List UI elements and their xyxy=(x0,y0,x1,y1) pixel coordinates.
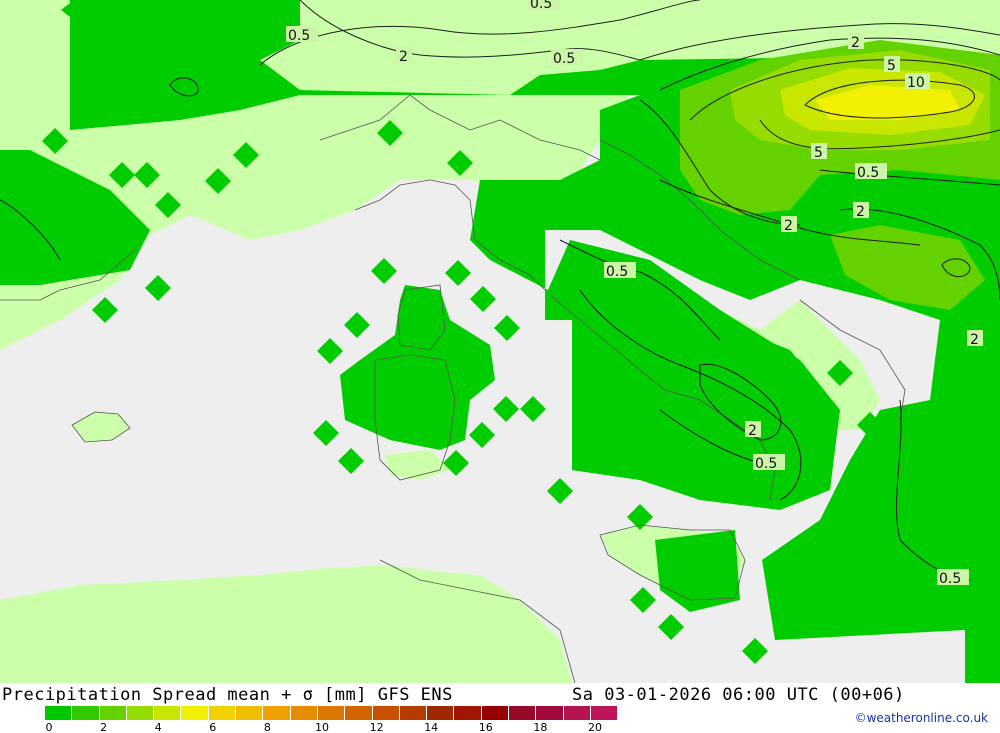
map-page: 0.5 0.5 2 0.5 2 5 10 5 0.5 2 2 0.5 2 2 0… xyxy=(0,0,1000,733)
svg-text:0.5: 0.5 xyxy=(553,51,575,67)
legend-tick-label: 8 xyxy=(263,721,271,733)
legend-swatch xyxy=(454,706,482,720)
legend-ticks: 0 2 4 6 8 10 12 14 16 18 20 xyxy=(45,721,645,733)
svg-text:0.5: 0.5 xyxy=(606,264,628,280)
legend-tick-label: 14 xyxy=(424,721,439,733)
legend-swatch xyxy=(509,706,537,720)
legend-tick-label: 20 xyxy=(588,721,602,733)
svg-text:2: 2 xyxy=(399,49,408,65)
contour-label-c8: 5 xyxy=(811,143,827,161)
contour-label-c5: 2 xyxy=(848,33,864,51)
svg-text:2: 2 xyxy=(856,204,865,220)
legend-tick-label: 4 xyxy=(154,721,162,733)
svg-text:2: 2 xyxy=(748,423,757,439)
svg-text:0.5: 0.5 xyxy=(939,571,961,587)
legend-tick-label: 16 xyxy=(478,721,493,733)
svg-text:0.5: 0.5 xyxy=(857,165,879,181)
svg-text:5: 5 xyxy=(887,58,896,74)
legend-tick-label: 18 xyxy=(533,721,548,733)
svg-text:0.5: 0.5 xyxy=(288,28,310,44)
legend-swatch xyxy=(590,706,619,720)
contour-label-c7: 10 xyxy=(905,73,930,91)
legend-swatch xyxy=(263,706,291,720)
legend-swatch xyxy=(99,706,127,720)
legend-swatch xyxy=(126,706,155,720)
legend-swatch xyxy=(427,706,455,720)
contour-label-c1: 0.5 xyxy=(528,0,560,12)
contour-label-c9: 0.5 xyxy=(855,163,887,181)
legend-swatch xyxy=(290,706,318,720)
svg-text:5: 5 xyxy=(814,145,823,161)
legend-swatch xyxy=(236,706,264,720)
contour-label-c6: 5 xyxy=(884,56,900,74)
contour-label-c3: 2 xyxy=(396,47,412,65)
map-title: Precipitation Spread mean + σ [mm] GFS E… xyxy=(2,685,453,705)
legend-swatch xyxy=(181,706,209,720)
contour-label-c2: 0.5 xyxy=(286,26,318,44)
legend-swatch xyxy=(399,706,428,720)
legend-swatch xyxy=(372,706,400,720)
legend-swatch xyxy=(536,706,564,720)
svg-text:2: 2 xyxy=(851,35,860,51)
legend-tick-label: 10 xyxy=(315,721,329,733)
contour-label-c12: 0.5 xyxy=(604,262,636,280)
contour-label-c14: 2 xyxy=(745,421,761,439)
legend-swatch xyxy=(563,706,591,720)
contour-label-c10: 2 xyxy=(853,202,869,220)
contour-label-c16: 0.5 xyxy=(937,569,969,587)
legend-tick-label: 6 xyxy=(209,721,217,733)
contour-label-c11: 2 xyxy=(781,216,797,234)
legend-swatch xyxy=(154,706,182,720)
precipitation-map: 0.5 0.5 2 0.5 2 5 10 5 0.5 2 2 0.5 2 2 0… xyxy=(0,0,1000,683)
color-legend xyxy=(45,706,619,720)
legend-swatch xyxy=(345,706,373,720)
source-credit[interactable]: ©weatheronline.co.uk xyxy=(855,711,988,725)
legend-swatch xyxy=(72,706,100,720)
svg-text:2: 2 xyxy=(970,332,979,348)
svg-text:2: 2 xyxy=(784,218,793,234)
legend-tick-label: 12 xyxy=(369,721,384,733)
legend-swatch xyxy=(45,706,73,720)
contour-label-c15: 0.5 xyxy=(753,454,785,472)
contour-label-c4: 0.5 xyxy=(551,49,583,67)
legend-swatch xyxy=(317,706,346,720)
svg-text:10: 10 xyxy=(907,75,925,91)
legend-tick-label: 2 xyxy=(100,721,108,733)
legend-swatch xyxy=(481,706,510,720)
contour-label-c13: 2 xyxy=(967,330,983,348)
svg-text:0.5: 0.5 xyxy=(530,0,552,12)
legend-tick-label: 0 xyxy=(45,721,53,733)
forecast-datetime: Sa 03-01-2026 06:00 UTC (00+06) xyxy=(572,685,905,705)
map-footer: Precipitation Spread mean + σ [mm] GFS E… xyxy=(0,683,1000,733)
legend-swatch xyxy=(208,706,237,720)
svg-text:0.5: 0.5 xyxy=(755,456,777,472)
